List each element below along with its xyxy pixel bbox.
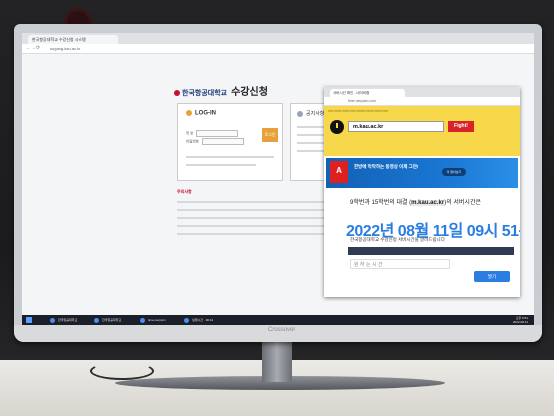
notice-title-text: 공지사항	[306, 111, 325, 117]
popup-tab[interactable]: 서버시간 확인 - 네이비즘	[330, 89, 405, 97]
caution-line	[177, 201, 327, 203]
ad-banner[interactable]: A 한방에 막막하는 동영상 이제 그만! 더 알아보기	[326, 158, 518, 188]
options-bar	[348, 247, 514, 255]
page-title: 수강신청	[231, 87, 268, 98]
popup-address-text[interactable]: time.navyism.com	[348, 98, 376, 104]
pw-input[interactable]	[201, 138, 244, 145]
cable	[90, 362, 154, 380]
start-button[interactable]: 발기	[474, 271, 510, 282]
heading-url: m.kau.ac.kr	[411, 200, 445, 206]
taskbar-item[interactable]: 한국항공대학교	[92, 316, 121, 324]
divider	[186, 164, 256, 166]
nav-arrows-icon[interactable]: ←→⟳	[26, 46, 40, 51]
taskbar-item[interactable]: 한국항공대학교	[48, 316, 77, 324]
popup-address-bar: time.navyism.com	[324, 97, 520, 106]
server-time-popup: 서버시간 확인 - 네이비즘 time.navyism.com ━━━ ━━━━…	[324, 87, 520, 297]
adobe-logo-icon: A	[330, 161, 348, 183]
caution-title: 주의사항	[177, 189, 192, 194]
login-title: LOG-IN	[186, 110, 216, 117]
address-text[interactable]: sugang.kau.ac.kr	[50, 46, 250, 51]
clock-icon	[330, 120, 344, 134]
server-description: 한국항공대학교 수강신청 서버시간을 알려드립니다	[350, 237, 445, 242]
id-label: 학 번	[186, 131, 194, 136]
heading-pre: 9학번과 15학번의 대결 (	[350, 200, 412, 206]
taskbar: 한국항공대학교 한국항공대학교 time.navyism 실행시간 · 00:1…	[22, 315, 534, 325]
taskbar-item[interactable]: 실행시간 · 00:14	[182, 316, 213, 324]
site-nav: ━━━ ━━━━ ━━━━ ━━━ ━━━━━ ━━━━ ━━━━ ━━━	[328, 109, 389, 113]
login-title-text: LOG-IN	[195, 110, 216, 117]
login-icon	[186, 110, 192, 116]
heading-post: )의 서버시간은	[444, 200, 481, 206]
id-row: 학 번	[186, 130, 239, 137]
target-time-input[interactable]: 원 하 는 시 간	[350, 259, 450, 269]
clock-date: 2022-08-11	[512, 320, 528, 324]
site-header: ━━━ ━━━━ ━━━━ ━━━ ━━━━━ ━━━━ ━━━━ ━━━ m.…	[324, 106, 520, 156]
caution-line	[177, 233, 327, 235]
logo-text: 한국항공대학교	[182, 90, 228, 97]
server-heading: 9학번과 15학번의 대결 (m.kau.ac.kr)의 서버시간은	[350, 197, 481, 206]
windows-start-icon[interactable]	[26, 317, 32, 323]
server-url-input[interactable]: m.kau.ac.kr	[348, 121, 444, 132]
id-input[interactable]	[196, 130, 239, 137]
taskbar-clock[interactable]: 오후 9:51 2022-08-11	[513, 316, 528, 324]
notice-title: 공지사항	[297, 110, 324, 117]
popup-tabbar: 서버시간 확인 - 네이비즘	[324, 87, 520, 97]
login-button[interactable]: 로그인	[262, 128, 278, 142]
pw-row: 비밀번호	[186, 138, 244, 145]
notice-icon	[297, 110, 303, 117]
monitor-stand-neck	[262, 342, 292, 382]
pw-label: 비밀번호	[186, 139, 199, 144]
taskbar-item[interactable]: time.navyism	[138, 316, 166, 324]
caution-line	[177, 225, 327, 227]
browser-tabbar: 한국항공대학교 수강신청 시스템	[22, 33, 534, 44]
ad-button[interactable]: 더 알아보기	[442, 168, 466, 176]
monitor-screen: 한국항공대학교 수강신청 시스템 ←→⟳ sugang.kau.ac.kr 한국…	[22, 33, 534, 325]
caution-line	[177, 209, 327, 211]
university-emblem-icon	[174, 90, 180, 97]
ad-text: 한방에 막막하는 동영상 이제 그만!	[354, 164, 419, 169]
browser-address-bar: ←→⟳ sugang.kau.ac.kr	[22, 44, 534, 54]
caution-line	[177, 217, 327, 219]
browser-tab[interactable]: 한국항공대학교 수강신청 시스템	[28, 35, 118, 44]
login-box: LOG-IN 학 번 비밀번호 로그인	[177, 103, 283, 181]
page-logo: 한국항공대학교 수강신청	[174, 83, 268, 98]
monitor-brand: Crossover	[268, 327, 296, 333]
fight-button[interactable]: Fight!	[448, 121, 474, 132]
divider	[186, 156, 274, 158]
